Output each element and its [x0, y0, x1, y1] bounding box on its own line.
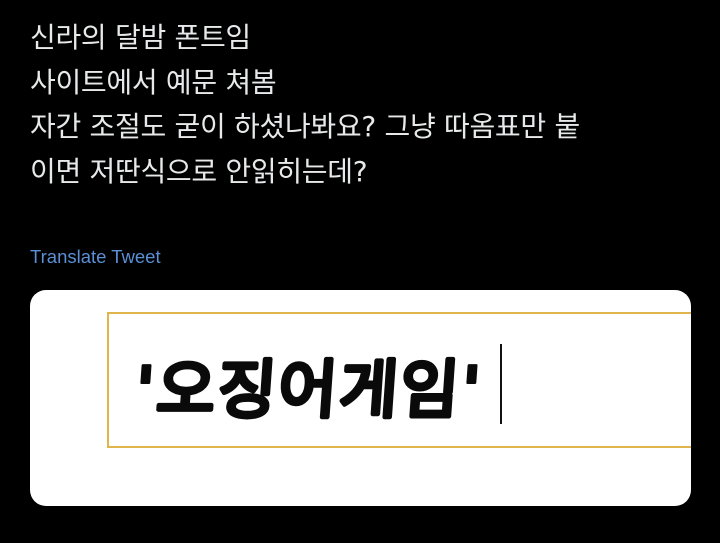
- tweet-text-line: 이면 저딴식으로 안읽히는데?: [30, 154, 368, 188]
- text-cursor: [500, 344, 502, 424]
- tweet-body: 신라의 달밤 폰트임 사이트에서 예문 쳐봄 자간 조절도 굳이 하셨나봐요? …: [30, 16, 710, 194]
- font-sample-text: '오징어게임': [139, 354, 485, 428]
- translate-tweet-link[interactable]: Translate Tweet: [30, 246, 161, 268]
- tweet-text-line: 사이트에서 예문 쳐봄: [30, 65, 277, 99]
- tweet-text-line: 신라의 달밤 폰트임: [30, 21, 251, 54]
- brush-font-sample: '오징어게임': [139, 353, 486, 429]
- tweet-media-image[interactable]: '오징어게임': [30, 290, 691, 506]
- tweet-text-line: 자간 조절도 굳이 하셨나봐요? 그냥 따옴표만 붙: [30, 110, 580, 143]
- font-preview-input[interactable]: '오징어게임': [107, 312, 691, 448]
